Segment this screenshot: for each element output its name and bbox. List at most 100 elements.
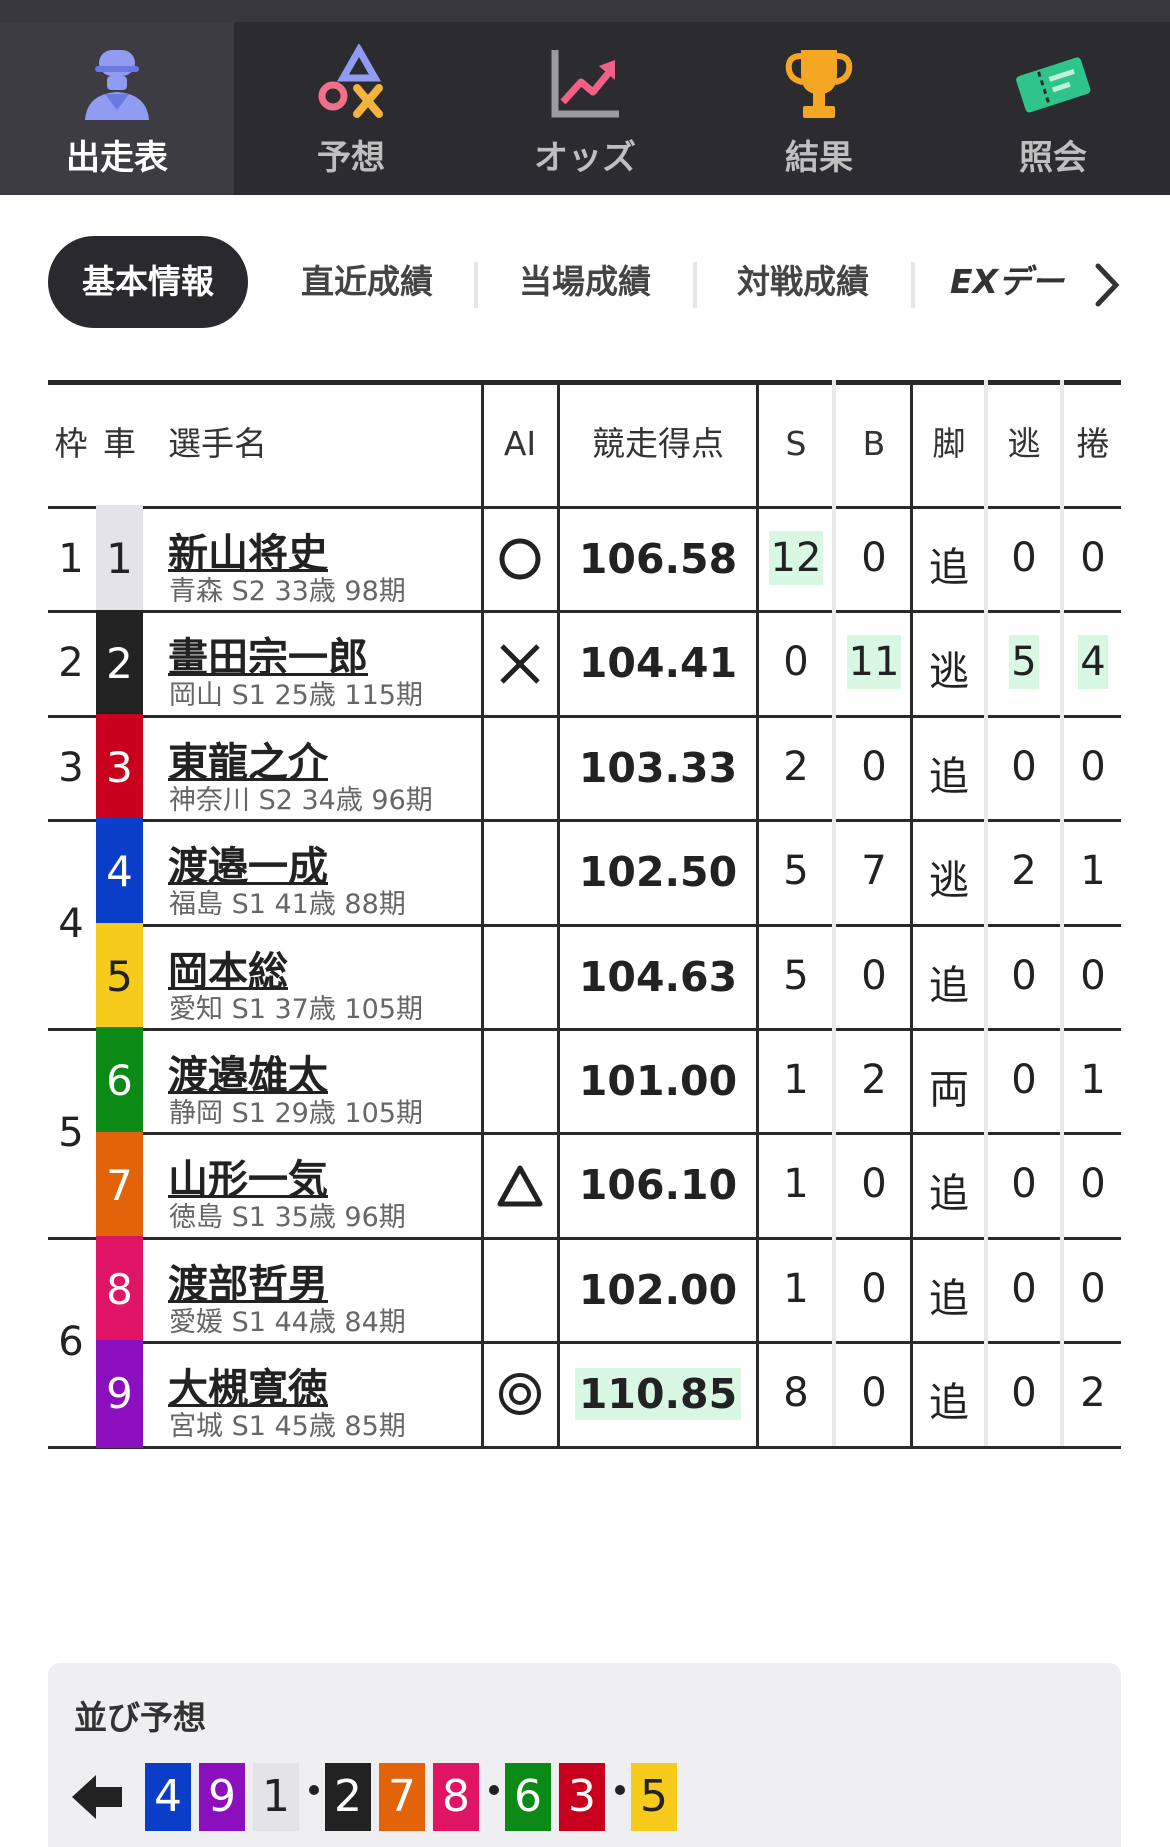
makuri-count-value: 0 xyxy=(1080,1161,1106,1208)
back-count-value: 0 xyxy=(861,743,887,790)
start-count: 2 xyxy=(759,744,833,790)
leg-type-value: 両 xyxy=(929,1067,969,1113)
escape-count-value: 5 xyxy=(1009,635,1039,690)
start-count-value: 2 xyxy=(783,743,809,790)
back-count: 0 xyxy=(837,1161,911,1207)
escape-count: 0 xyxy=(987,1370,1061,1416)
leg-type-value: 追 xyxy=(929,753,969,800)
nav-item-results[interactable]: 結果 xyxy=(702,22,936,195)
makuri-count: 0 xyxy=(1065,1266,1121,1312)
back-count: 0 xyxy=(837,1370,911,1416)
escape-count: 2 xyxy=(987,848,1061,894)
racer-info: 岡山 S1 25歳 115期 xyxy=(169,680,423,712)
escape-count: 0 xyxy=(987,953,1061,999)
waku-number: 3 xyxy=(58,744,84,791)
racer-info: 神奈川 S2 34歳 96期 xyxy=(169,784,433,816)
back-count: 0 xyxy=(837,1266,911,1312)
leg-type: 追 xyxy=(913,953,985,1011)
header-makuri: 捲 xyxy=(1076,424,1110,463)
escape-count-value: 0 xyxy=(1011,743,1037,790)
leg-type: 追 xyxy=(913,1266,985,1324)
chevron-right-icon[interactable] xyxy=(1090,260,1124,310)
ticket-icon xyxy=(936,44,1170,124)
back-count-value: 0 xyxy=(861,1370,887,1417)
tab-ex-data[interactable]: EXデー xyxy=(950,236,1090,328)
race-score-value: 104.41 xyxy=(578,639,738,688)
race-score: 101.00 xyxy=(560,1057,756,1105)
nav-label: 出走表 xyxy=(66,138,168,178)
escape-count: 0 xyxy=(987,1057,1061,1103)
nav-item-inquiry[interactable]: 照会 xyxy=(936,22,1170,195)
leg-type-value: 追 xyxy=(929,1275,969,1322)
makuri-count: 0 xyxy=(1065,1161,1121,1207)
start-count-value: 1 xyxy=(783,1265,809,1312)
double-circle-mark-icon xyxy=(496,1370,544,1418)
car-number-badge: 7 xyxy=(96,1131,143,1240)
leg-type: 追 xyxy=(913,1370,985,1428)
leg-type: 両 xyxy=(913,1057,985,1115)
start-count: 8 xyxy=(759,1370,833,1416)
start-count-value: 5 xyxy=(783,952,809,999)
back-count: 11 xyxy=(837,635,911,690)
status-strip xyxy=(0,0,1170,22)
start-count-value: 8 xyxy=(783,1370,809,1417)
makuri-count: 1 xyxy=(1065,848,1121,894)
race-score: 104.41 xyxy=(560,639,756,687)
race-score-value: 106.58 xyxy=(578,535,738,583)
escape-count-value: 0 xyxy=(1011,535,1037,581)
makuri-count-value: 0 xyxy=(1080,743,1106,790)
nav-label: 予想 xyxy=(317,138,385,178)
makuri-count: 2 xyxy=(1065,1370,1121,1416)
back-count-value: 0 xyxy=(861,1265,887,1312)
waku-number: 1 xyxy=(58,536,84,582)
nav-item-prediction[interactable]: 予想 xyxy=(234,22,468,195)
tab-venue-results[interactable]: 当場成績 xyxy=(490,236,680,328)
car-number-badge: 8 xyxy=(96,1236,143,1344)
tab-basic-info[interactable]: 基本情報 xyxy=(48,236,248,328)
tab-divider xyxy=(911,262,915,308)
start-count-value: 5 xyxy=(783,848,809,895)
leg-type-value: 追 xyxy=(929,962,969,1009)
leg-type-value: 逃 xyxy=(929,858,969,905)
racer-info: 宮城 S1 45歳 85期 xyxy=(169,1411,406,1443)
escape-count: 0 xyxy=(987,744,1061,790)
race-score: 106.10 xyxy=(560,1161,756,1209)
leg-type: 追 xyxy=(913,535,985,593)
leg-type: 追 xyxy=(913,744,985,802)
race-score: 106.58 xyxy=(560,535,756,583)
nav-item-race-card[interactable]: 出走表 xyxy=(0,22,234,195)
car-number-badge: 5 xyxy=(96,922,143,1031)
lineup-car-badge: 3 xyxy=(559,1763,605,1831)
makuri-count-value: 0 xyxy=(1080,1265,1106,1312)
tab-recent-results[interactable]: 直近成績 xyxy=(272,236,462,328)
nav-item-odds[interactable]: オッズ xyxy=(468,22,702,195)
header-ai: AI xyxy=(503,424,537,463)
makuri-count-value: 1 xyxy=(1080,848,1106,895)
lineup-car-badge: 4 xyxy=(145,1763,191,1831)
start-count: 1 xyxy=(759,1057,833,1103)
escape-count: 0 xyxy=(987,535,1061,581)
racer-info: 徳島 S1 35歳 96期 xyxy=(169,1202,406,1234)
start-count: 5 xyxy=(759,953,833,999)
leg-type-value: 逃 xyxy=(929,649,969,696)
car-number-badge: 4 xyxy=(96,818,143,927)
escape-count-value: 2 xyxy=(1011,848,1037,895)
lineup-title: 並び予想 xyxy=(74,1698,206,1737)
racer-info: 静岡 S1 29歳 105期 xyxy=(169,1098,423,1129)
back-count-value: 7 xyxy=(861,848,887,895)
back-count-value: 0 xyxy=(861,1161,887,1208)
lineup-separator-dot xyxy=(615,1785,625,1795)
symbols-icon xyxy=(234,44,468,124)
start-count: 1 xyxy=(759,1161,833,1207)
top-nav: 出走表 予想 オッズ 結果 照会 xyxy=(0,0,1170,195)
back-count: 0 xyxy=(837,953,911,999)
back-count-value: 2 xyxy=(861,1057,887,1103)
race-score-value: 106.10 xyxy=(578,1161,738,1210)
leg-type-value: 追 xyxy=(929,545,969,591)
lineup-separator-dot xyxy=(489,1785,499,1795)
tab-head-to-head[interactable]: 対戦成績 xyxy=(708,236,898,328)
lineup-car-badge: 6 xyxy=(505,1763,551,1831)
header-nige: 逃 xyxy=(1007,424,1041,463)
header-waku: 枠 xyxy=(54,424,88,463)
escape-count-value: 0 xyxy=(1011,952,1037,999)
